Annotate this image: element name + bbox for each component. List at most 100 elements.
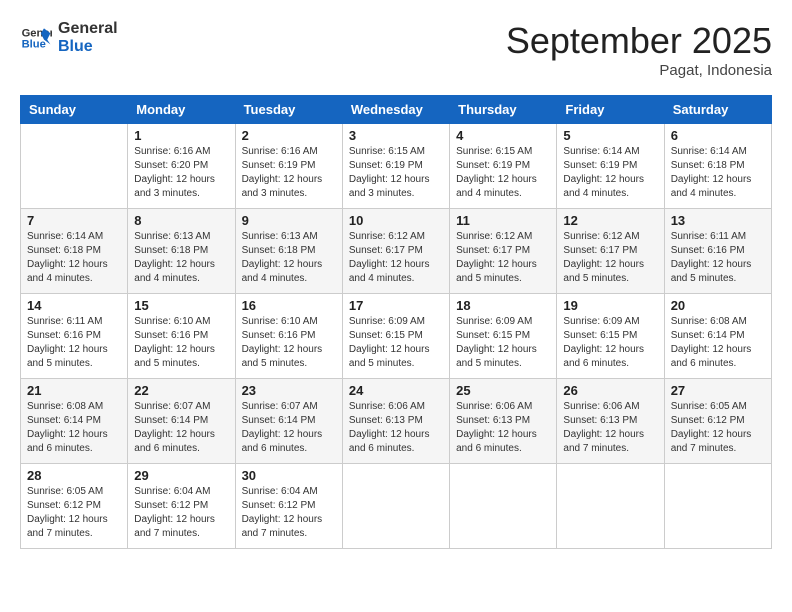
day-info: Sunrise: 6:14 AM Sunset: 6:18 PM Dayligh… [27,230,121,286]
day-number: 23 [242,383,336,398]
day-number: 2 [242,128,336,143]
calendar-cell [557,464,664,549]
calendar-week-row: 21 Sunrise: 6:08 AM Sunset: 6:14 PM Dayli… [21,379,772,464]
day-number: 27 [671,383,765,398]
day-info: Sunrise: 6:12 AM Sunset: 6:17 PM Dayligh… [456,230,550,286]
calendar-cell [450,464,557,549]
day-number: 9 [242,213,336,228]
day-number: 21 [27,383,121,398]
calendar-cell: 21 Sunrise: 6:08 AM Sunset: 6:14 PM Dayli… [21,379,128,464]
calendar-cell: 13Sunrise: 6:11 AM Sunset: 6:16 PM Dayli… [664,209,771,294]
logo-line2: Blue [58,38,118,56]
day-info: Sunrise: 6:11 AM Sunset: 6:16 PM Dayligh… [27,315,121,371]
calendar-cell: 6Sunrise: 6:14 AM Sunset: 6:18 PM Daylig… [664,124,771,209]
day-info: Sunrise: 6:08 AM Sunset: 6:14 PM Dayligh… [671,315,765,371]
day-number: 22 [134,383,228,398]
calendar-cell: 15 Sunrise: 6:10 AM Sunset: 6:16 PM Dayli… [128,294,235,379]
day-number: 26 [563,383,657,398]
day-number: 4 [456,128,550,143]
day-info: Sunrise: 6:05 AM Sunset: 6:12 PM Dayligh… [671,400,765,456]
day-info: Sunrise: 6:07 AM Sunset: 6:14 PM Dayligh… [134,400,228,456]
calendar-header-thursday: Thursday [450,96,557,124]
calendar-cell: 14Sunrise: 6:11 AM Sunset: 6:16 PM Dayli… [21,294,128,379]
svg-text:Blue: Blue [22,38,46,50]
calendar-header-wednesday: Wednesday [342,96,449,124]
day-number: 30 [242,468,336,483]
day-info: Sunrise: 6:10 AM Sunset: 6:16 PM Dayligh… [242,315,336,371]
day-info: Sunrise: 6:12 AM Sunset: 6:17 PM Dayligh… [563,230,657,286]
calendar-cell: 16 Sunrise: 6:10 AM Sunset: 6:16 PM Dayli… [235,294,342,379]
day-info: Sunrise: 6:08 AM Sunset: 6:14 PM Dayligh… [27,400,121,456]
day-number: 16 [242,298,336,313]
calendar-cell: 7 Sunrise: 6:14 AM Sunset: 6:18 PM Daylig… [21,209,128,294]
logo: General Blue General Blue [20,20,118,55]
calendar-header-friday: Friday [557,96,664,124]
calendar-cell: 4Sunrise: 6:15 AM Sunset: 6:19 PM Daylig… [450,124,557,209]
day-info: Sunrise: 6:16 AM Sunset: 6:20 PM Dayligh… [134,145,228,201]
day-number: 20 [671,298,765,313]
calendar-cell: 18 Sunrise: 6:09 AM Sunset: 6:15 PM Dayli… [450,294,557,379]
day-number: 3 [349,128,443,143]
calendar-cell: 9 Sunrise: 6:13 AM Sunset: 6:18 PM Daylig… [235,209,342,294]
title-block: September 2025 Pagat, Indonesia [506,20,772,79]
calendar-cell: 11 Sunrise: 6:12 AM Sunset: 6:17 PM Dayli… [450,209,557,294]
page-header: General Blue General Blue September 2025… [20,20,772,79]
calendar-cell: 28Sunrise: 6:05 AM Sunset: 6:12 PM Dayli… [21,464,128,549]
day-number: 8 [134,213,228,228]
day-info: Sunrise: 6:09 AM Sunset: 6:15 PM Dayligh… [563,315,657,371]
calendar-cell: 29Sunrise: 6:04 AM Sunset: 6:12 PM Dayli… [128,464,235,549]
logo-line1: General [58,20,118,38]
calendar-cell: 8 Sunrise: 6:13 AM Sunset: 6:18 PM Daylig… [128,209,235,294]
calendar-header-tuesday: Tuesday [235,96,342,124]
day-info: Sunrise: 6:10 AM Sunset: 6:16 PM Dayligh… [134,315,228,371]
calendar-cell: 30 Sunrise: 6:04 AM Sunset: 6:12 PM Dayli… [235,464,342,549]
day-info: Sunrise: 6:04 AM Sunset: 6:12 PM Dayligh… [134,485,228,541]
calendar-cell: 25Sunrise: 6:06 AM Sunset: 6:13 PM Dayli… [450,379,557,464]
logo-icon: General Blue [20,22,52,54]
calendar-cell: 27 Sunrise: 6:05 AM Sunset: 6:12 PM Dayli… [664,379,771,464]
day-number: 7 [27,213,121,228]
day-number: 17 [349,298,443,313]
calendar-week-row: 1 Sunrise: 6:16 AM Sunset: 6:20 PM Daylig… [21,124,772,209]
day-info: Sunrise: 6:07 AM Sunset: 6:14 PM Dayligh… [242,400,336,456]
calendar-cell: 19 Sunrise: 6:09 AM Sunset: 6:15 PM Dayli… [557,294,664,379]
day-info: Sunrise: 6:09 AM Sunset: 6:15 PM Dayligh… [349,315,443,371]
calendar-cell [21,124,128,209]
day-info: Sunrise: 6:14 AM Sunset: 6:19 PM Dayligh… [563,145,657,201]
day-info: Sunrise: 6:13 AM Sunset: 6:18 PM Dayligh… [242,230,336,286]
calendar-cell: 2Sunrise: 6:16 AM Sunset: 6:19 PM Daylig… [235,124,342,209]
day-info: Sunrise: 6:15 AM Sunset: 6:19 PM Dayligh… [349,145,443,201]
calendar-cell: 22 Sunrise: 6:07 AM Sunset: 6:14 PM Dayli… [128,379,235,464]
day-info: Sunrise: 6:06 AM Sunset: 6:13 PM Dayligh… [563,400,657,456]
day-info: Sunrise: 6:04 AM Sunset: 6:12 PM Dayligh… [242,485,336,541]
day-number: 12 [563,213,657,228]
day-number: 18 [456,298,550,313]
calendar-cell: 17 Sunrise: 6:09 AM Sunset: 6:15 PM Dayli… [342,294,449,379]
calendar-header-monday: Monday [128,96,235,124]
calendar-cell: 1 Sunrise: 6:16 AM Sunset: 6:20 PM Daylig… [128,124,235,209]
day-info: Sunrise: 6:05 AM Sunset: 6:12 PM Dayligh… [27,485,121,541]
calendar-cell: 26 Sunrise: 6:06 AM Sunset: 6:13 PM Dayli… [557,379,664,464]
day-number: 1 [134,128,228,143]
calendar-header-row: SundayMondayTuesdayWednesdayThursdayFrid… [21,96,772,124]
calendar-cell: 10 Sunrise: 6:12 AM Sunset: 6:17 PM Dayli… [342,209,449,294]
day-info: Sunrise: 6:12 AM Sunset: 6:17 PM Dayligh… [349,230,443,286]
month-title: September 2025 [506,20,772,62]
day-number: 25 [456,383,550,398]
calendar-cell: 24Sunrise: 6:06 AM Sunset: 6:13 PM Dayli… [342,379,449,464]
day-info: Sunrise: 6:13 AM Sunset: 6:18 PM Dayligh… [134,230,228,286]
calendar-week-row: 28Sunrise: 6:05 AM Sunset: 6:12 PM Dayli… [21,464,772,549]
calendar-week-row: 14Sunrise: 6:11 AM Sunset: 6:16 PM Dayli… [21,294,772,379]
day-number: 10 [349,213,443,228]
calendar-header-sunday: Sunday [21,96,128,124]
day-number: 5 [563,128,657,143]
location: Pagat, Indonesia [506,62,772,79]
calendar-header-saturday: Saturday [664,96,771,124]
calendar-cell: 3 Sunrise: 6:15 AM Sunset: 6:19 PM Daylig… [342,124,449,209]
calendar-cell: 20 Sunrise: 6:08 AM Sunset: 6:14 PM Dayli… [664,294,771,379]
day-info: Sunrise: 6:09 AM Sunset: 6:15 PM Dayligh… [456,315,550,371]
calendar-cell [664,464,771,549]
day-number: 15 [134,298,228,313]
day-number: 11 [456,213,550,228]
day-number: 19 [563,298,657,313]
